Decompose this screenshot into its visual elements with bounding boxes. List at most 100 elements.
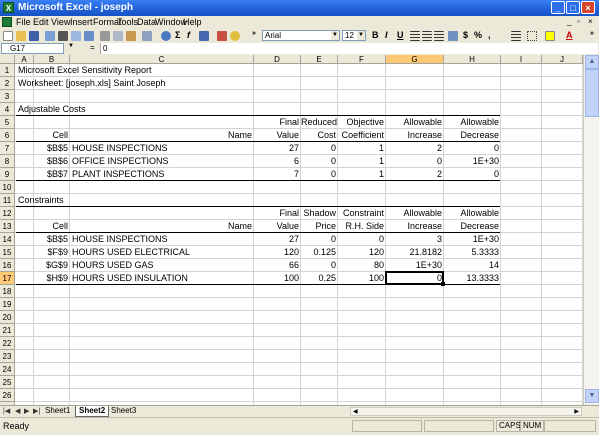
adj-row-decrease[interactable]: 1E+30 [444, 155, 499, 168]
name-box[interactable]: G17 [1, 43, 64, 54]
fill-handle[interactable] [441, 282, 445, 286]
prev-sheet-icon[interactable]: ◀ [15, 407, 20, 415]
toolbar-options-icon[interactable]: » [590, 30, 594, 37]
menu-view[interactable]: View [51, 17, 70, 27]
con-row-col-f[interactable]: 100 [338, 272, 384, 285]
row-header-3[interactable]: 3 [0, 90, 15, 103]
adj-row-name[interactable]: OFFICE INSPECTIONS [72, 155, 252, 168]
con-row-cell-ref[interactable]: $B$5 [34, 233, 68, 246]
con-row-col-e[interactable]: 0.125 [301, 246, 336, 259]
currency-button[interactable]: $ [463, 30, 468, 40]
column-header-d[interactable]: D [254, 55, 301, 64]
worksheet-line[interactable]: Worksheet: [joseph.xls] Saint Joseph [18, 77, 165, 90]
adj-header-allow-dec[interactable]: Allowable [444, 116, 499, 129]
row-header-20[interactable]: 20 [0, 311, 15, 324]
menu-data[interactable]: Data [137, 17, 156, 27]
font-color-icon[interactable]: A [566, 30, 573, 40]
save-icon[interactable] [29, 31, 39, 41]
con-row-decrease[interactable]: 1E+30 [444, 233, 499, 246]
adj-row-increase[interactable]: 0 [386, 155, 442, 168]
merge-center-icon[interactable] [448, 31, 458, 41]
con-row-col-f[interactable]: 0 [338, 233, 384, 246]
function-icon[interactable]: f [187, 30, 190, 40]
con-row-name[interactable]: HOUSE INSPECTIONS [72, 233, 252, 246]
adj-row-increase[interactable]: 2 [386, 168, 442, 181]
menu-tools[interactable]: Tools [117, 17, 138, 27]
con-row-name[interactable]: HOURS USED GAS [72, 259, 252, 272]
con-row-increase[interactable]: 3 [386, 233, 442, 246]
adj-row-cell-ref[interactable]: $B$7 [34, 168, 68, 181]
new-icon[interactable] [3, 31, 13, 41]
chevron-down-icon[interactable]: ▼ [68, 43, 74, 49]
adj-row-cell-ref[interactable]: $B$6 [34, 155, 68, 168]
font-size-select[interactable]: 12 ▼ [342, 30, 366, 41]
first-sheet-icon[interactable]: |◀ [3, 407, 10, 415]
con-header-final[interactable]: Final [254, 207, 299, 220]
workbook-icon[interactable] [2, 17, 12, 27]
comma-button[interactable]: , [488, 30, 491, 40]
con-row-cell-ref[interactable]: $F$9 [34, 246, 68, 259]
adj-header-objective[interactable]: Objective [338, 116, 384, 129]
adj-row-decrease[interactable]: 0 [444, 142, 499, 155]
next-sheet-icon[interactable]: ▶ [24, 407, 29, 415]
worksheet-grid[interactable]: A B C D E F G H I J 1 2 3 4 5 6 7 8 9 10 11 12 13 14 1… [0, 55, 599, 428]
con-header-allow-inc[interactable]: Allowable [386, 207, 442, 220]
row-header-1[interactable]: 1 [0, 64, 15, 77]
autosum-icon[interactable]: Σ [175, 30, 180, 40]
row-header-2[interactable]: 2 [0, 77, 15, 90]
adj-row-value[interactable]: 7 [254, 168, 299, 181]
row-header-14[interactable]: 14 [0, 233, 15, 246]
adj-row-col-f[interactable]: 1 [338, 155, 384, 168]
row-header-5[interactable]: 5 [0, 116, 15, 129]
adj-row-col-e[interactable]: 0 [301, 155, 336, 168]
chevron-down-icon[interactable]: ▼ [357, 31, 365, 40]
close-button[interactable]: × [581, 1, 595, 14]
paste-icon[interactable] [126, 31, 136, 41]
sheet-tab-sheet2[interactable]: Sheet2 [75, 406, 110, 417]
con-row-cell-ref[interactable]: $G$9 [34, 259, 68, 272]
row-header-16[interactable]: 16 [0, 259, 15, 272]
underline-button[interactable]: U [397, 30, 404, 40]
scroll-right-icon[interactable]: ▶ [574, 408, 579, 415]
adj-row-increase[interactable]: 2 [386, 142, 442, 155]
con-row-name[interactable]: HOURS USED ELECTRICAL [72, 246, 252, 259]
doc-close-icon[interactable]: × [588, 17, 593, 26]
con-row-value[interactable]: 66 [254, 259, 299, 272]
vertical-scrollbar[interactable]: ▲ ▼ [583, 55, 599, 405]
row-header-11[interactable]: 11 [0, 194, 15, 207]
con-row-value[interactable]: 100 [254, 272, 299, 285]
column-header-g[interactable]: G [386, 55, 444, 64]
adj-row-col-f[interactable]: 1 [338, 168, 384, 181]
con-row-value[interactable]: 120 [254, 246, 299, 259]
row-header-25[interactable]: 25 [0, 376, 15, 389]
column-header-f[interactable]: F [338, 55, 386, 64]
con-row-cell-ref[interactable]: $H$9 [34, 272, 68, 285]
adj-header-final[interactable]: Final [254, 116, 299, 129]
adj-row-col-e[interactable]: 0 [301, 142, 336, 155]
open-icon[interactable] [16, 31, 26, 41]
column-header-i[interactable]: I [501, 55, 542, 64]
adj-row-value[interactable]: 6 [254, 155, 299, 168]
column-header-b[interactable]: B [34, 55, 70, 64]
toolbar-options-icon[interactable]: » [252, 30, 256, 37]
adj-header-allow-inc[interactable]: Allowable [386, 116, 442, 129]
active-cell-g17[interactable] [385, 271, 444, 285]
menu-edit[interactable]: Edit [33, 17, 49, 27]
doc-minimize-icon[interactable]: _ [567, 17, 571, 26]
scroll-up-icon[interactable]: ▲ [585, 55, 599, 69]
print-preview-icon[interactable] [71, 31, 81, 41]
menu-file[interactable]: File [16, 17, 31, 27]
row-header-13[interactable]: 13 [0, 220, 15, 233]
report-title[interactable]: Microsoft Excel Sensitivity Report [18, 64, 152, 77]
row-header-23[interactable]: 23 [0, 350, 15, 363]
row-header-9[interactable]: 9 [0, 168, 15, 181]
row-header-10[interactable]: 10 [0, 181, 15, 194]
scroll-left-icon[interactable]: ◀ [353, 408, 358, 415]
row-header-15[interactable]: 15 [0, 246, 15, 259]
align-left-icon[interactable] [410, 31, 420, 41]
row-header-22[interactable]: 22 [0, 337, 15, 350]
adj-row-value[interactable]: 27 [254, 142, 299, 155]
italic-button[interactable]: I [385, 30, 388, 40]
con-row-decrease[interactable]: 14 [444, 259, 499, 272]
percent-button[interactable]: % [474, 30, 482, 40]
